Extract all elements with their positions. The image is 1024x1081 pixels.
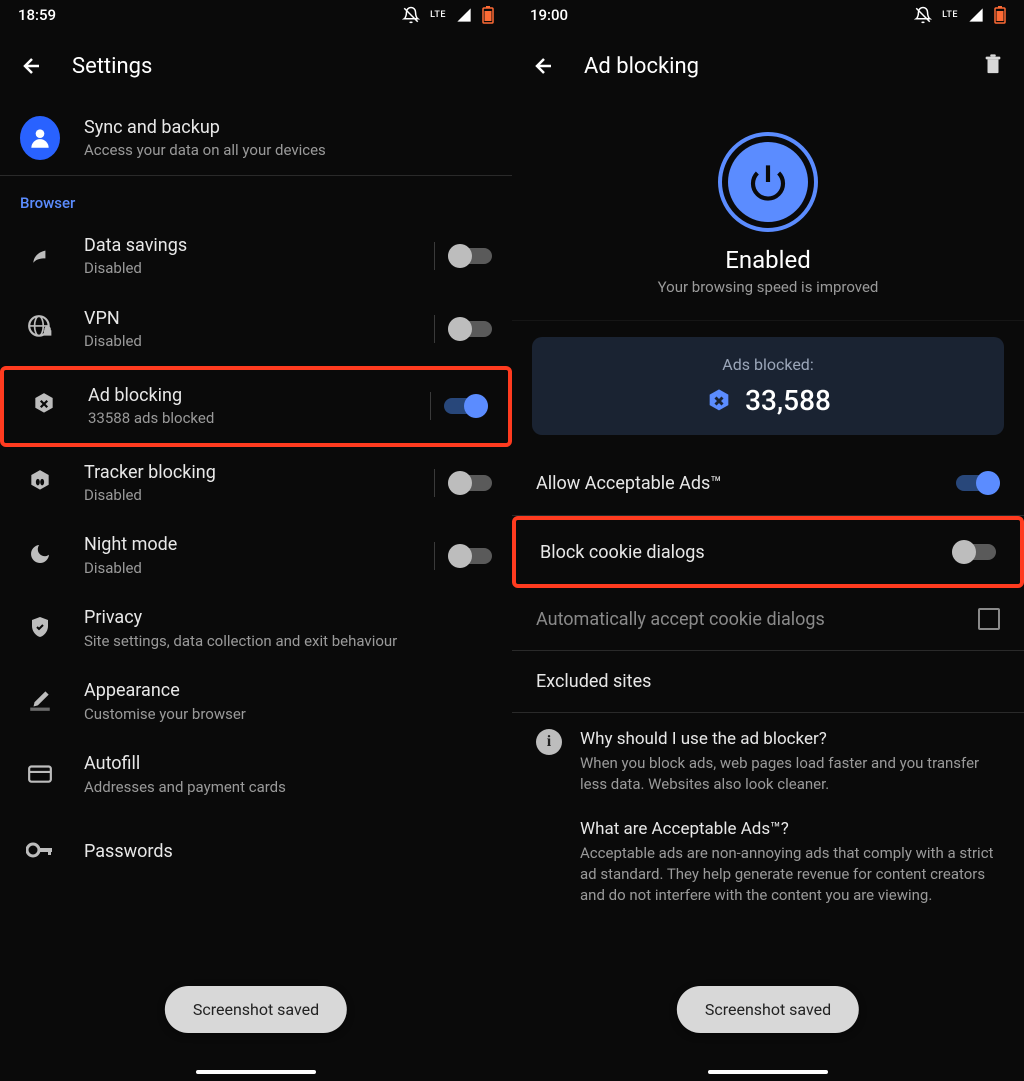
appearance-row[interactable]: Appearance Customise your browser bbox=[0, 665, 512, 738]
allow-ads-toggle[interactable] bbox=[956, 471, 1000, 495]
vpn-title: VPN bbox=[84, 307, 424, 330]
tracker-subtitle: Disabled bbox=[84, 486, 424, 506]
allow-ads-label: Allow Acceptable Ads™ bbox=[536, 473, 722, 494]
trash-icon[interactable] bbox=[982, 52, 1004, 80]
adblocking-toggle[interactable] bbox=[444, 394, 488, 418]
moon-icon bbox=[28, 542, 52, 570]
data-savings-row[interactable]: Data savings Disabled bbox=[0, 220, 512, 293]
vpn-row[interactable]: VPN Disabled bbox=[0, 293, 512, 366]
hero-title: Enabled bbox=[725, 246, 811, 274]
info-icon: i bbox=[536, 729, 562, 755]
lte-label: LTE bbox=[942, 10, 958, 20]
key-icon bbox=[26, 842, 54, 862]
auto-accept-checkbox bbox=[978, 608, 1000, 630]
stats-label: Ads blocked: bbox=[550, 355, 986, 374]
avatar-icon bbox=[20, 116, 60, 160]
block-cookie-toggle[interactable] bbox=[952, 540, 996, 564]
excluded-label: Excluded sites bbox=[536, 671, 651, 692]
night-mode-row[interactable]: Night mode Disabled bbox=[0, 519, 512, 592]
lte-label: LTE bbox=[430, 10, 446, 20]
status-bar: 18:59 LTE bbox=[0, 0, 512, 30]
leaf-icon bbox=[27, 241, 53, 271]
info-acceptable-ads: What are Acceptable Ads™? Acceptable ads… bbox=[512, 803, 1024, 914]
appearance-title: Appearance bbox=[84, 679, 492, 702]
info2-body: Acceptable ads are non-annoying ads that… bbox=[580, 843, 1000, 906]
signal-icon bbox=[456, 7, 472, 23]
toast: Screenshot saved bbox=[165, 986, 347, 1033]
adblocking-subtitle: 33588 ads blocked bbox=[88, 409, 420, 429]
adblocking-title: Ad blocking bbox=[88, 384, 420, 407]
tracker-hex-icon bbox=[27, 468, 53, 498]
sync-backup-row[interactable]: Sync and backup Access your data on all … bbox=[0, 102, 512, 175]
adblock-hex-icon bbox=[31, 391, 57, 421]
allow-acceptable-ads-row[interactable]: Allow Acceptable Ads™ bbox=[512, 451, 1024, 515]
status-bar: 19:00 LTE bbox=[512, 0, 1024, 30]
nightmode-title: Night mode bbox=[84, 533, 424, 556]
appearance-subtitle: Customise your browser bbox=[84, 705, 492, 725]
ad-blocking-row[interactable]: Ad blocking 33588 ads blocked bbox=[4, 370, 508, 443]
vpn-globe-icon bbox=[27, 314, 53, 344]
paint-icon bbox=[27, 687, 53, 717]
vpn-subtitle: Disabled bbox=[84, 332, 424, 352]
autofill-subtitle: Addresses and payment cards bbox=[84, 778, 492, 798]
page-title: Ad blocking bbox=[584, 54, 699, 79]
data-savings-title: Data savings bbox=[84, 234, 424, 257]
info-why-adblocker: i Why should I use the ad blocker? When … bbox=[512, 713, 1024, 803]
signal-icon bbox=[968, 7, 984, 23]
bell-off-icon bbox=[402, 6, 420, 24]
data-savings-toggle[interactable] bbox=[448, 244, 492, 268]
passwords-row[interactable]: Passwords bbox=[0, 811, 512, 883]
autofill-title: Autofill bbox=[84, 752, 492, 775]
tracker-blocking-row[interactable]: Tracker blocking Disabled bbox=[0, 447, 512, 520]
highlight-block-cookie: Block cookie dialogs bbox=[512, 516, 1024, 588]
block-cookie-label: Block cookie dialogs bbox=[540, 542, 705, 563]
block-cookie-dialogs-row[interactable]: Block cookie dialogs bbox=[516, 520, 1020, 584]
app-bar: Settings bbox=[0, 30, 512, 102]
power-button[interactable] bbox=[718, 132, 818, 232]
battery-icon bbox=[994, 6, 1006, 24]
settings-pane: 18:59 LTE Settings Sync and backup Acces… bbox=[0, 0, 512, 1081]
sync-subtitle: Access your data on all your devices bbox=[84, 141, 492, 161]
excluded-sites-row[interactable]: Excluded sites bbox=[512, 651, 1024, 712]
privacy-title: Privacy bbox=[84, 606, 492, 629]
adblocking-pane: 19:00 LTE Ad blocking Enabled Your brows… bbox=[512, 0, 1024, 1081]
nav-bar[interactable] bbox=[0, 1063, 512, 1081]
hero: Enabled Your browsing speed is improved bbox=[512, 102, 1024, 320]
auto-accept-label: Automatically accept cookie dialogs bbox=[536, 609, 825, 630]
data-savings-subtitle: Disabled bbox=[84, 259, 424, 279]
app-bar: Ad blocking bbox=[512, 30, 1024, 102]
passwords-title: Passwords bbox=[84, 840, 492, 863]
stats-value: 33,588 bbox=[745, 384, 831, 417]
creditcard-icon bbox=[27, 762, 53, 788]
tracker-toggle[interactable] bbox=[448, 471, 492, 495]
nightmode-toggle[interactable] bbox=[448, 544, 492, 568]
privacy-row[interactable]: Privacy Site settings, data collection a… bbox=[0, 592, 512, 665]
section-browser: Browser bbox=[0, 176, 512, 220]
status-time: 18:59 bbox=[18, 6, 56, 24]
sync-title: Sync and backup bbox=[84, 116, 492, 139]
tracker-title: Tracker blocking bbox=[84, 461, 424, 484]
privacy-subtitle: Site settings, data collection and exit … bbox=[84, 632, 492, 652]
info2-title: What are Acceptable Ads™? bbox=[580, 819, 1000, 839]
hero-subtitle: Your browsing speed is improved bbox=[658, 278, 879, 296]
nav-bar[interactable] bbox=[512, 1063, 1024, 1081]
back-arrow-icon[interactable] bbox=[532, 54, 556, 78]
autofill-row[interactable]: Autofill Addresses and payment cards bbox=[0, 738, 512, 811]
info1-body: When you block ads, web pages load faste… bbox=[580, 753, 1000, 795]
shield-icon bbox=[28, 615, 52, 643]
back-arrow-icon[interactable] bbox=[20, 54, 44, 78]
battery-icon bbox=[482, 6, 494, 24]
vpn-toggle[interactable] bbox=[448, 317, 492, 341]
hex-badge-icon bbox=[705, 387, 733, 415]
page-title: Settings bbox=[72, 54, 152, 79]
nightmode-subtitle: Disabled bbox=[84, 559, 424, 579]
highlight-adblocking: Ad blocking 33588 ads blocked bbox=[0, 366, 512, 447]
status-time: 19:00 bbox=[530, 6, 568, 24]
ads-blocked-card: Ads blocked: 33,588 bbox=[532, 337, 1004, 435]
bell-off-icon bbox=[914, 6, 932, 24]
toast: Screenshot saved bbox=[677, 986, 859, 1033]
auto-accept-cookie-row: Automatically accept cookie dialogs bbox=[512, 588, 1024, 650]
info1-title: Why should I use the ad blocker? bbox=[580, 729, 1000, 749]
